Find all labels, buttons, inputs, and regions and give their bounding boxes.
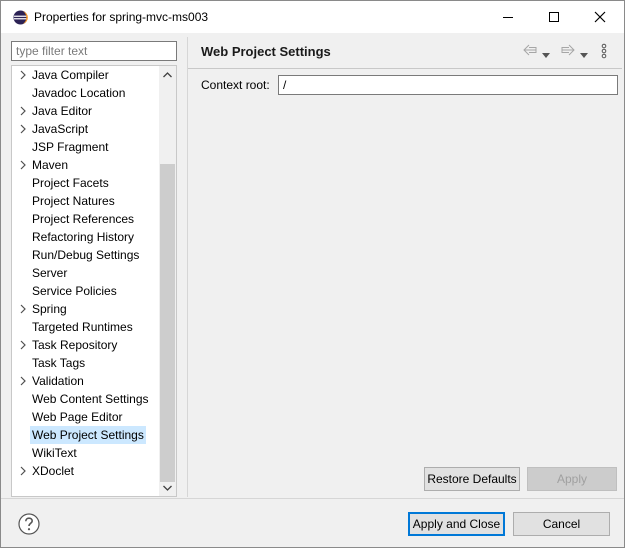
tree-item[interactable]: Web Project Settings [12, 426, 160, 444]
tree-item[interactable]: Task Tags [12, 354, 160, 372]
window-title: Properties for spring-mvc-ms003 [34, 10, 209, 24]
tree-item-label: JSP Fragment [32, 140, 109, 154]
settings-page: Web Project Settings Context root: Resto… [188, 37, 622, 497]
tree-item-label: Server [32, 266, 68, 280]
tree-item[interactable]: Maven [12, 156, 160, 174]
close-icon [594, 11, 606, 23]
view-menu-button[interactable] [600, 43, 608, 62]
chevron-right-icon[interactable] [18, 466, 28, 476]
title-bar: Properties for spring-mvc-ms003 [1, 1, 624, 33]
maximize-icon [549, 12, 559, 22]
apply-button[interactable]: Apply [527, 467, 617, 491]
tree-item[interactable]: Run/Debug Settings [12, 246, 160, 264]
minimize-icon [503, 17, 513, 18]
tree-item[interactable]: Validation [12, 372, 160, 390]
tree-item-label: Project Facets [32, 176, 109, 190]
header-separator [188, 68, 622, 69]
category-tree: Java Compiler Javadoc Location Java Editor… [11, 65, 177, 497]
tree-item-label: Project References [32, 212, 135, 226]
view-menu-icon [601, 43, 607, 59]
maximize-button[interactable] [531, 1, 577, 33]
tree-item-label: Java Compiler [32, 68, 109, 82]
forward-arrow-icon [561, 44, 575, 56]
tree-item-label: Validation [32, 374, 84, 388]
help-icon[interactable] [18, 513, 40, 535]
chevron-right-icon[interactable] [18, 106, 28, 116]
tree-item-label: Task Repository [32, 338, 118, 352]
tree-item-label: Project Natures [32, 194, 115, 208]
tree-list: Java Compiler Javadoc Location Java Editor… [12, 66, 160, 480]
chevron-right-icon[interactable] [18, 340, 28, 350]
tree-item-label: Maven [32, 158, 69, 172]
chevron-right-icon[interactable] [18, 124, 28, 134]
tree-item[interactable]: Java Compiler [12, 66, 160, 84]
cancel-button[interactable]: Cancel [513, 512, 610, 536]
restore-defaults-button[interactable]: Restore Defaults [424, 467, 520, 491]
tree-item-label: Web Content Settings [32, 392, 149, 406]
tree-item-label: Task Tags [32, 356, 86, 370]
tree-item-label: Targeted Runtimes [32, 320, 133, 334]
tree-item[interactable]: Web Page Editor [12, 408, 160, 426]
tree-item[interactable]: Server [12, 264, 160, 282]
chevron-right-icon[interactable] [18, 304, 28, 314]
tree-item-label: WikiText [32, 446, 77, 460]
tree-item[interactable]: Task Repository [12, 336, 160, 354]
forward-button[interactable] [560, 43, 576, 60]
tree-item[interactable]: XDoclet [12, 462, 160, 480]
context-root-label: Context root: [201, 78, 270, 92]
minimize-button[interactable] [485, 1, 531, 33]
eclipse-icon [13, 10, 28, 25]
tree-scrollbar[interactable] [159, 66, 176, 496]
chevron-down-icon [163, 485, 172, 491]
back-dropdown-icon [542, 53, 550, 58]
tree-item[interactable]: Java Editor [12, 102, 160, 120]
tree-item[interactable]: Project Facets [12, 174, 160, 192]
tree-item-label: Javadoc Location [32, 86, 126, 100]
tree-item-label: Web Page Editor [32, 410, 123, 424]
tree-item-label: Web Project Settings [30, 426, 146, 444]
tree-item-label: Service Policies [32, 284, 117, 298]
tree-item-label: XDoclet [32, 464, 75, 478]
tree-item-label: Run/Debug Settings [32, 248, 140, 262]
tree-item[interactable]: WikiText [12, 444, 160, 462]
apply-and-close-button[interactable]: Apply and Close [408, 512, 505, 536]
forward-dropdown-button[interactable] [580, 47, 588, 61]
scroll-thumb[interactable] [160, 164, 175, 482]
chevron-right-icon[interactable] [18, 160, 28, 170]
tree-item[interactable]: Spring [12, 300, 160, 318]
footer-separator [1, 498, 624, 499]
tree-item[interactable]: JSP Fragment [12, 138, 160, 156]
tree-item[interactable]: Service Policies [12, 282, 160, 300]
forward-dropdown-icon [580, 53, 588, 58]
chevron-right-icon[interactable] [18, 70, 28, 80]
page-title: Web Project Settings [201, 44, 331, 59]
back-dropdown-button[interactable] [542, 47, 550, 61]
tree-item[interactable]: Javadoc Location [12, 84, 160, 102]
back-arrow-icon [523, 44, 537, 56]
scroll-up-button[interactable] [159, 66, 176, 83]
tree-item[interactable]: Targeted Runtimes [12, 318, 160, 336]
scroll-down-button[interactable] [159, 479, 176, 496]
properties-dialog: Properties for spring-mvc-ms003 Java Com… [0, 0, 625, 548]
close-button[interactable] [577, 1, 623, 33]
tree-item[interactable]: Project Natures [12, 192, 160, 210]
tree-item-label: Java Editor [32, 104, 93, 118]
tree-item[interactable]: Refactoring History [12, 228, 160, 246]
tree-item[interactable]: Web Content Settings [12, 390, 160, 408]
tree-item[interactable]: JavaScript [12, 120, 160, 138]
context-root-input[interactable] [278, 75, 618, 95]
filter-input[interactable] [11, 41, 177, 61]
back-button[interactable] [522, 43, 538, 60]
tree-item[interactable]: Project References [12, 210, 160, 228]
tree-item-label: Refactoring History [32, 230, 135, 244]
tree-item-label: Spring [32, 302, 67, 316]
chevron-up-icon [163, 71, 172, 77]
tree-item-label: JavaScript [32, 122, 89, 136]
page-navigation [522, 43, 618, 59]
chevron-right-icon[interactable] [18, 376, 28, 386]
